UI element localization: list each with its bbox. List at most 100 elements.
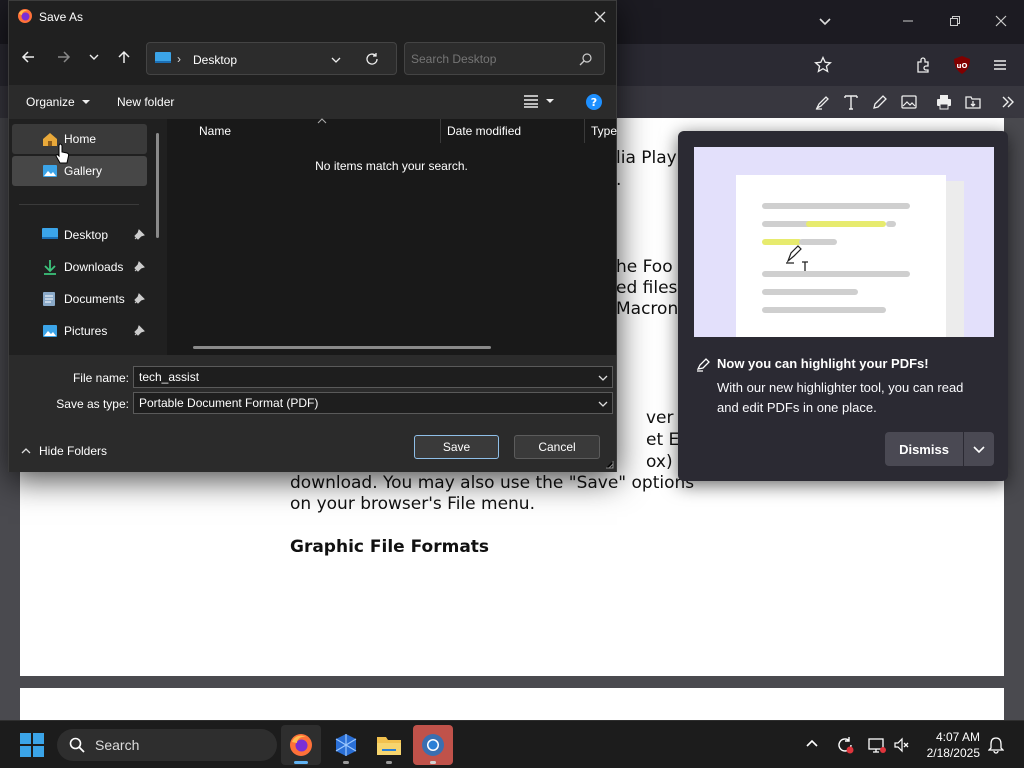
taskbar-search-placeholder: Search xyxy=(95,737,140,753)
print-button[interactable] xyxy=(930,88,958,116)
horizontal-scrollbar[interactable] xyxy=(193,346,491,349)
new-folder-button[interactable]: New folder xyxy=(117,95,174,109)
refresh-icon xyxy=(366,53,378,65)
column-header-date-modified[interactable]: Date modified xyxy=(447,124,577,144)
resize-grip-icon[interactable] xyxy=(605,460,614,469)
column-divider[interactable] xyxy=(440,119,441,143)
cancel-button[interactable]: Cancel xyxy=(514,435,600,459)
nav-item-pictures[interactable]: Pictures xyxy=(12,316,147,346)
chevron-up-icon xyxy=(21,448,31,454)
notifications-button[interactable] xyxy=(988,736,1004,754)
file-name-field[interactable]: tech_assist xyxy=(133,366,613,388)
breadcrumb-desktop[interactable]: Desktop xyxy=(193,53,237,67)
folder-icon xyxy=(377,737,401,755)
nav-item-label: Gallery xyxy=(64,164,103,178)
extensions-button[interactable] xyxy=(910,51,938,79)
chevron-down-icon xyxy=(598,401,608,407)
network-button[interactable] xyxy=(868,736,886,754)
dismiss-options-button[interactable] xyxy=(964,432,994,466)
column-header-label: Name xyxy=(199,124,232,138)
highlighter-icon xyxy=(815,96,829,110)
address-dropdown-button[interactable] xyxy=(330,54,342,66)
address-bar[interactable]: › Desktop xyxy=(146,42,397,75)
refresh-button[interactable] xyxy=(365,52,379,66)
nav-item-desktop[interactable]: Desktop xyxy=(12,220,147,250)
nav-item-home[interactable]: Home xyxy=(12,124,147,154)
up-button[interactable] xyxy=(116,49,132,65)
firefox-icon xyxy=(17,8,33,24)
popup-title: Now you can highlight your PDFs! xyxy=(717,356,929,371)
taskbar-firefox[interactable] xyxy=(281,725,321,765)
taskbar-search-box[interactable]: Search xyxy=(57,729,277,761)
desktop-icon xyxy=(42,228,58,239)
dialog-close-button[interactable] xyxy=(587,5,613,29)
search-input[interactable] xyxy=(411,49,571,69)
firefox-icon xyxy=(290,734,312,756)
highlight-tool-button[interactable] xyxy=(809,88,837,116)
app-menu-button[interactable] xyxy=(986,51,1014,79)
show-hidden-icons-button[interactable] xyxy=(805,738,819,748)
app-package-icon xyxy=(335,734,357,756)
bookmark-star-button[interactable] xyxy=(809,51,837,79)
nav-scrollbar[interactable] xyxy=(156,133,159,238)
save-as-type-select[interactable]: Portable Document Format (PDF) xyxy=(133,392,613,414)
save-pdf-button[interactable] xyxy=(959,88,987,116)
back-button[interactable] xyxy=(20,49,36,65)
column-header-name[interactable]: Name xyxy=(199,124,439,144)
text-tool-button[interactable] xyxy=(837,88,865,116)
downloads-icon xyxy=(44,260,56,275)
nav-item-label: Pictures xyxy=(64,324,108,338)
double-chevron-right-icon xyxy=(1002,96,1014,108)
view-options-button[interactable] xyxy=(523,94,555,108)
organize-button[interactable]: Organize xyxy=(26,95,91,109)
details-view-icon xyxy=(524,95,538,108)
pin-icon xyxy=(134,293,145,304)
list-all-tabs-button[interactable] xyxy=(807,6,843,36)
volume-button[interactable] xyxy=(893,736,911,754)
speaker-muted-icon xyxy=(894,737,909,753)
start-button[interactable] xyxy=(20,733,44,757)
minimize-button[interactable] xyxy=(890,6,926,36)
empty-message: No items match your search. xyxy=(315,159,468,173)
taskbar-chrome[interactable] xyxy=(413,725,453,765)
highlighter-small-icon xyxy=(696,356,712,372)
nav-item-documents[interactable]: Documents xyxy=(12,284,147,314)
taskbar: Search 4:07 AM 2/18/2025 xyxy=(0,720,1024,768)
nav-item-downloads[interactable]: Downloads xyxy=(12,252,147,282)
save-options-panel: File name: tech_assist Save as type: Por… xyxy=(9,355,616,472)
nav-item-gallery[interactable]: Gallery xyxy=(12,156,147,186)
image-tool-button[interactable] xyxy=(895,88,923,116)
column-divider[interactable] xyxy=(584,119,585,143)
dismiss-button[interactable]: Dismiss xyxy=(885,432,963,466)
column-header-type[interactable]: Type xyxy=(591,124,621,144)
search-box[interactable] xyxy=(404,42,605,75)
restore-button[interactable] xyxy=(937,6,973,36)
forward-button[interactable] xyxy=(56,49,72,65)
gallery-icon xyxy=(43,165,57,177)
taskbar-app-blue[interactable] xyxy=(326,725,366,765)
ublock-origin-button[interactable]: uO xyxy=(948,51,976,79)
dialog-titlebar: Save As xyxy=(9,1,616,33)
close-window-button[interactable] xyxy=(983,6,1019,36)
help-button[interactable]: ? xyxy=(586,94,602,110)
chevron-down-icon xyxy=(331,57,341,63)
nav-item-label: Documents xyxy=(64,292,125,306)
network-icon xyxy=(868,738,886,753)
active-indicator xyxy=(294,761,308,764)
pdf-text-fragment: Macron xyxy=(616,299,679,319)
save-download-icon xyxy=(965,96,981,109)
sync-status-button[interactable] xyxy=(836,736,854,754)
highlight-feature-popup: Now you can highlight your PDFs! With ou… xyxy=(678,131,1008,481)
more-tools-button[interactable] xyxy=(994,88,1022,116)
taskbar-clock[interactable]: 4:07 AM 2/18/2025 xyxy=(918,729,980,761)
taskbar-file-explorer[interactable] xyxy=(369,725,409,765)
pdf-text-line: download. You may also use the "Save" op… xyxy=(290,473,695,493)
arrow-up-icon xyxy=(118,50,130,63)
draw-tool-button[interactable] xyxy=(866,88,894,116)
pdf-text-fragment: lia Play xyxy=(616,148,677,168)
recent-locations-button[interactable] xyxy=(88,51,100,63)
save-button[interactable]: Save xyxy=(414,435,499,459)
hide-folders-button[interactable]: Hide Folders xyxy=(21,444,107,458)
pdf-text-line: on your browser's File menu. xyxy=(290,494,535,514)
chrome-icon xyxy=(422,734,444,756)
